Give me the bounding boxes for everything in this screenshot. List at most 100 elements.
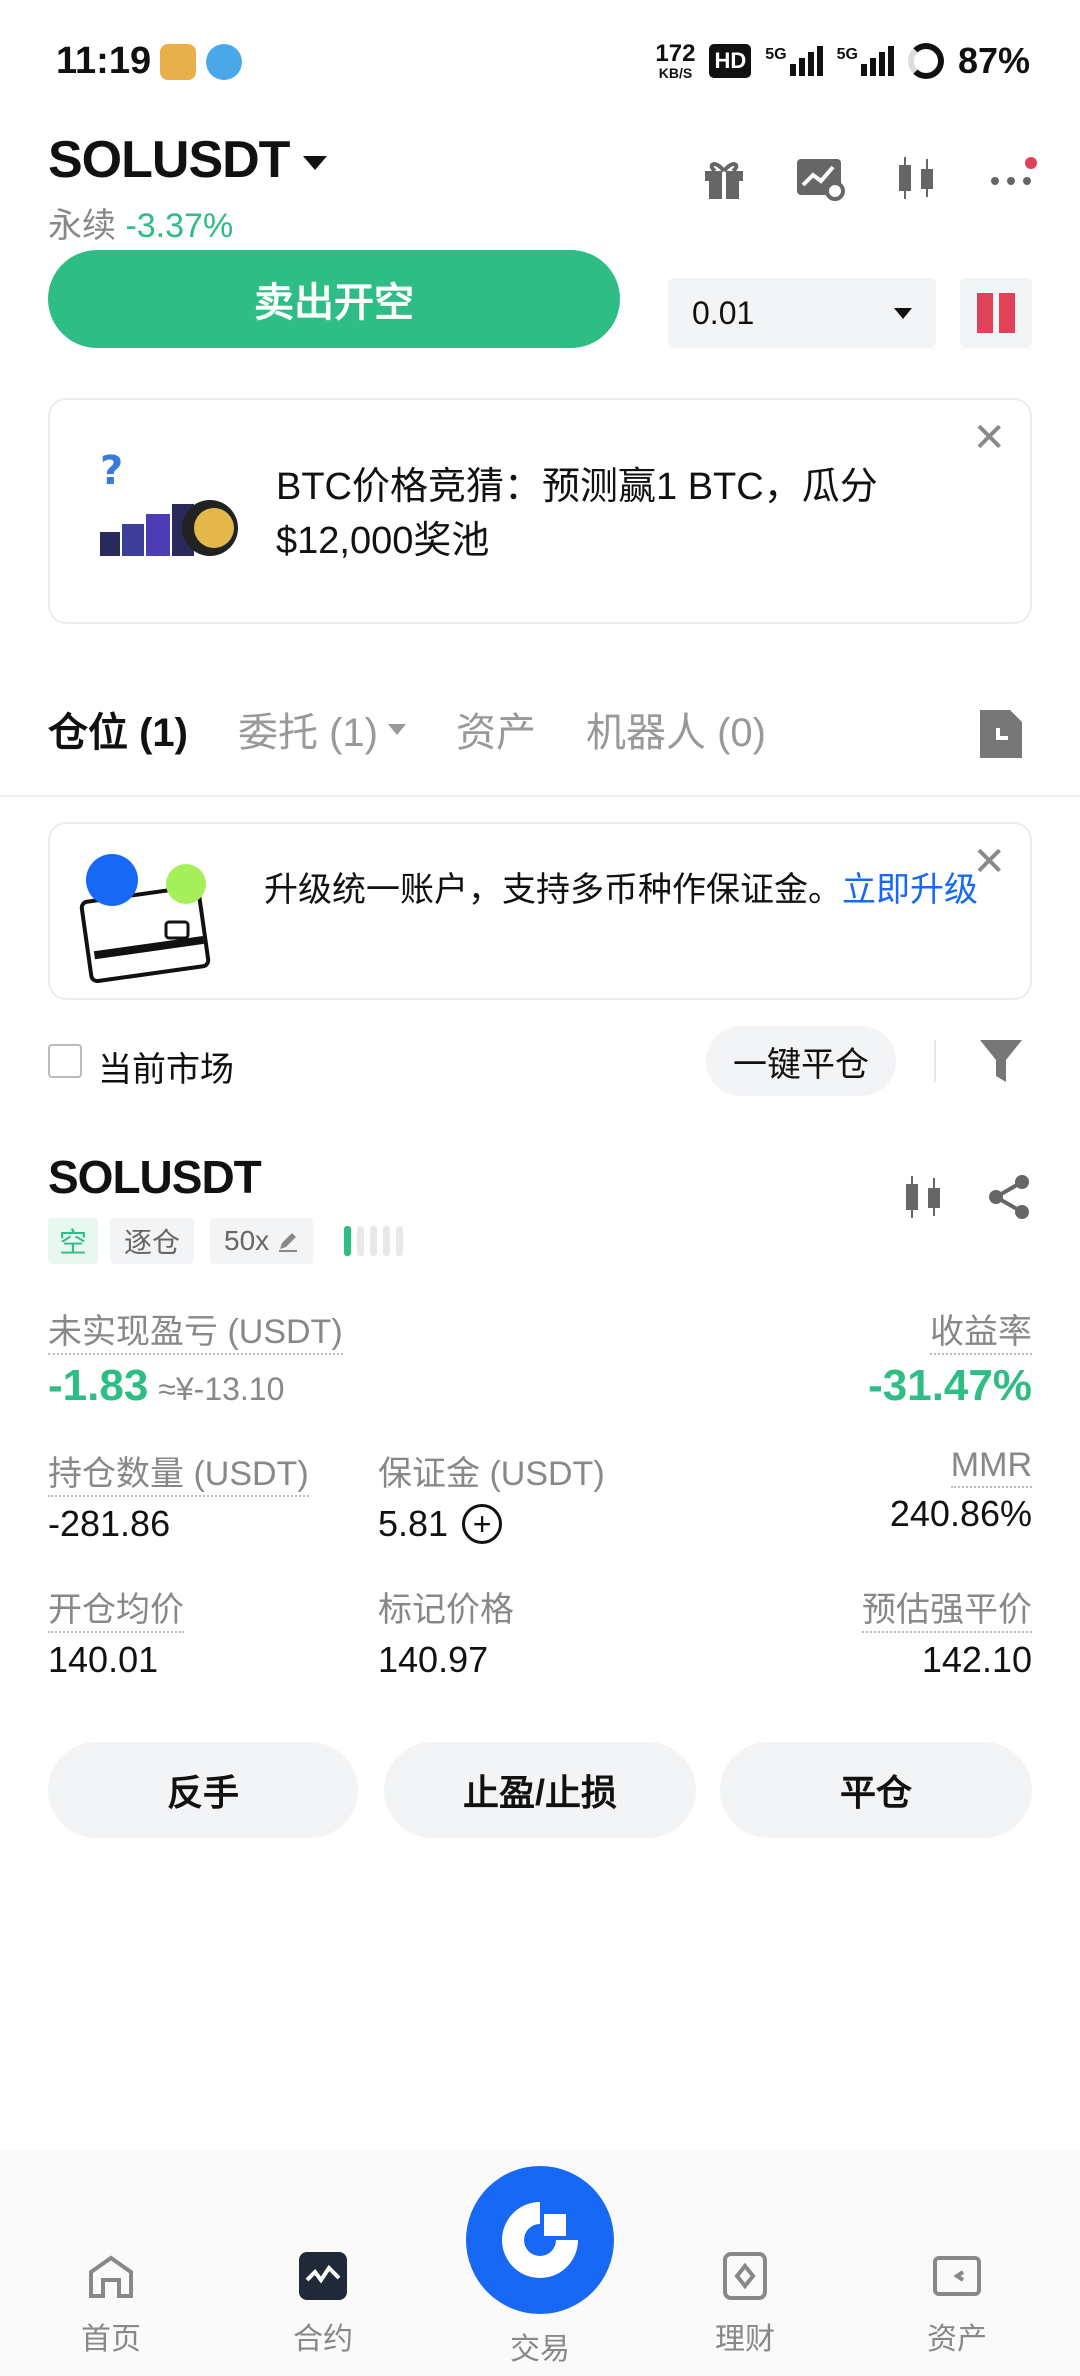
entry-price-label[interactable]: 开仓均价 bbox=[48, 1591, 184, 1633]
risk-indicator bbox=[344, 1226, 403, 1256]
tabs-divider bbox=[0, 795, 1080, 797]
candlestick-chart-icon[interactable] bbox=[888, 150, 944, 206]
close-position-button[interactable]: 平仓 bbox=[720, 1742, 1032, 1838]
liq-price-label[interactable]: 预估强平价 bbox=[862, 1591, 1032, 1633]
btc-coins-illustration: ? bbox=[100, 448, 250, 573]
mark-price-label: 标记价格 bbox=[378, 1591, 514, 1629]
futures-icon bbox=[299, 2252, 347, 2300]
risk-bar bbox=[357, 1226, 364, 1256]
home-icon bbox=[89, 2255, 133, 2298]
leverage-tag[interactable]: 50x bbox=[210, 1218, 314, 1264]
orderbook-toggle-icon[interactable] bbox=[960, 278, 1032, 348]
sell-short-button[interactable]: 卖出开空 bbox=[48, 250, 620, 348]
unrealized-pnl-block: 未实现盈亏 (USDT) -1.83 ≈¥-13.10 bbox=[48, 1304, 343, 1411]
nav-futures[interactable]: 合约 bbox=[248, 2250, 398, 2358]
close-icon[interactable]: ✕ bbox=[972, 418, 1006, 458]
liq-price-block: 预估强平价 142.10 bbox=[862, 1582, 1032, 1681]
margin-mode-tag: 逐仓 bbox=[110, 1218, 195, 1264]
price-change: -3.37% bbox=[125, 207, 234, 245]
tab-assets[interactable]: 资产 bbox=[456, 700, 536, 758]
caret-down-icon bbox=[894, 307, 912, 319]
current-market-label: 当前市场 bbox=[98, 1051, 234, 1089]
mark-price-value: 140.97 bbox=[378, 1639, 489, 1680]
margin-block: 保证金 (USDT) 5.81 + bbox=[378, 1446, 605, 1545]
position-actions bbox=[900, 1174, 1032, 1225]
symbol-selector[interactable]: SOLUSDT bbox=[48, 130, 328, 190]
status-bar: 11:19 172 KB/S HD 5G 5G 87% bbox=[0, 0, 1080, 130]
more-icon[interactable] bbox=[984, 150, 1040, 206]
wallet-icon bbox=[933, 2256, 981, 2296]
calculator-icon[interactable] bbox=[792, 150, 848, 206]
wallet-illustration bbox=[78, 844, 228, 989]
app-notification-icon bbox=[206, 44, 242, 80]
tab-positions[interactable]: 仓位 (1) bbox=[48, 700, 188, 758]
roe-block: 收益率 -31.47% bbox=[868, 1304, 1032, 1411]
divider bbox=[934, 1040, 936, 1082]
nav-assets[interactable]: 资产 bbox=[882, 2250, 1032, 2358]
risk-bar bbox=[383, 1226, 390, 1256]
mmr-value: 240.86% bbox=[889, 1493, 1032, 1534]
svg-text:?: ? bbox=[100, 448, 123, 494]
quantity-value: 0.01 bbox=[692, 294, 755, 331]
mark-price-block: 标记价格 140.97 bbox=[378, 1582, 514, 1681]
contract-info: 永续 -3.37% bbox=[48, 198, 233, 247]
upgrade-text: 升级统一账户，支持多币种作保证金。立即升级 bbox=[264, 871, 978, 909]
tab-orders[interactable]: 委托 (1) bbox=[238, 700, 406, 758]
mmr-block: MMR 240.86% bbox=[890, 1446, 1032, 1535]
history-document-icon[interactable] bbox=[978, 708, 1024, 760]
entry-price-block: 开仓均价 140.01 bbox=[48, 1582, 184, 1681]
filter-icon[interactable] bbox=[978, 1036, 1024, 1086]
unrealized-pnl-value: -1.83 bbox=[48, 1361, 149, 1410]
tpsl-button[interactable]: 止盈/止损 bbox=[384, 1742, 696, 1838]
battery-level: 87% bbox=[957, 40, 1030, 81]
nav-trade-label: 交易 bbox=[510, 2333, 570, 2366]
reverse-button[interactable]: 反手 bbox=[48, 1742, 358, 1838]
trade-logo-icon bbox=[502, 2202, 578, 2278]
risk-bar bbox=[344, 1226, 351, 1256]
app-notification-icon bbox=[160, 44, 196, 80]
tab-bots[interactable]: 机器人 (0) bbox=[586, 700, 766, 758]
caret-down-icon bbox=[388, 723, 406, 735]
contract-type: 永续 bbox=[48, 207, 116, 245]
net-speed: 172 KB/S bbox=[655, 40, 696, 81]
roe-label[interactable]: 收益率 bbox=[930, 1313, 1032, 1355]
roe-value: -31.47% bbox=[868, 1361, 1032, 1410]
signal-icon: 5G bbox=[837, 46, 894, 76]
gift-icon[interactable] bbox=[696, 150, 752, 206]
mmr-label[interactable]: MMR bbox=[950, 1446, 1032, 1488]
header-actions bbox=[696, 150, 1040, 206]
close-icon[interactable]: ✕ bbox=[972, 842, 1006, 882]
unrealized-pnl-label[interactable]: 未实现盈亏 (USDT) bbox=[48, 1313, 343, 1355]
quantity-select[interactable]: 0.01 bbox=[668, 278, 936, 348]
position-symbol[interactable]: SOLUSDT bbox=[48, 1150, 262, 1204]
unrealized-pnl-cny: ≈¥-13.10 bbox=[158, 1371, 285, 1407]
caret-down-icon bbox=[303, 156, 328, 171]
promo-text: BTC价格竞猜：预测赢1 BTC，瓜分 $12,000奖池 bbox=[276, 466, 878, 562]
edit-icon bbox=[279, 1233, 298, 1252]
entry-price-value: 140.01 bbox=[48, 1639, 159, 1680]
battery-icon bbox=[907, 43, 944, 79]
liq-price-value: 142.10 bbox=[921, 1639, 1032, 1680]
size-value: -281.86 bbox=[48, 1503, 171, 1544]
share-icon[interactable] bbox=[986, 1174, 1032, 1225]
close-all-button[interactable]: 一键平仓 bbox=[706, 1026, 896, 1096]
current-market-checkbox[interactable] bbox=[48, 1044, 82, 1078]
earn-icon bbox=[723, 2252, 767, 2300]
side-tag: 空 bbox=[48, 1218, 98, 1264]
status-time: 11:19 bbox=[56, 40, 152, 82]
size-label[interactable]: 持仓数量 (USDT) bbox=[48, 1455, 309, 1497]
nav-earn[interactable]: 理财 bbox=[670, 2250, 820, 2358]
margin-label: 保证金 (USDT) bbox=[378, 1455, 605, 1493]
position-tabs: 仓位 (1) 委托 (1) 资产 机器人 (0) bbox=[48, 700, 766, 758]
candlestick-chart-icon[interactable] bbox=[900, 1174, 946, 1225]
add-margin-icon[interactable]: + bbox=[462, 1504, 503, 1544]
upgrade-link[interactable]: 立即升级 bbox=[842, 871, 978, 909]
promo-banner[interactable]: ? BTC价格竞猜：预测赢1 BTC，瓜分 $12,000奖池 ✕ bbox=[48, 398, 1032, 624]
upgrade-banner[interactable]: 升级统一账户，支持多币种作保证金。立即升级 ✕ bbox=[48, 822, 1032, 1000]
notification-icons bbox=[160, 44, 242, 80]
nav-home[interactable]: 首页 bbox=[36, 2250, 186, 2358]
nav-trade-button[interactable] bbox=[466, 2166, 614, 2314]
risk-bar bbox=[370, 1226, 377, 1256]
hd-icon: HD bbox=[709, 44, 752, 78]
symbol-title: SOLUSDT bbox=[48, 131, 290, 189]
